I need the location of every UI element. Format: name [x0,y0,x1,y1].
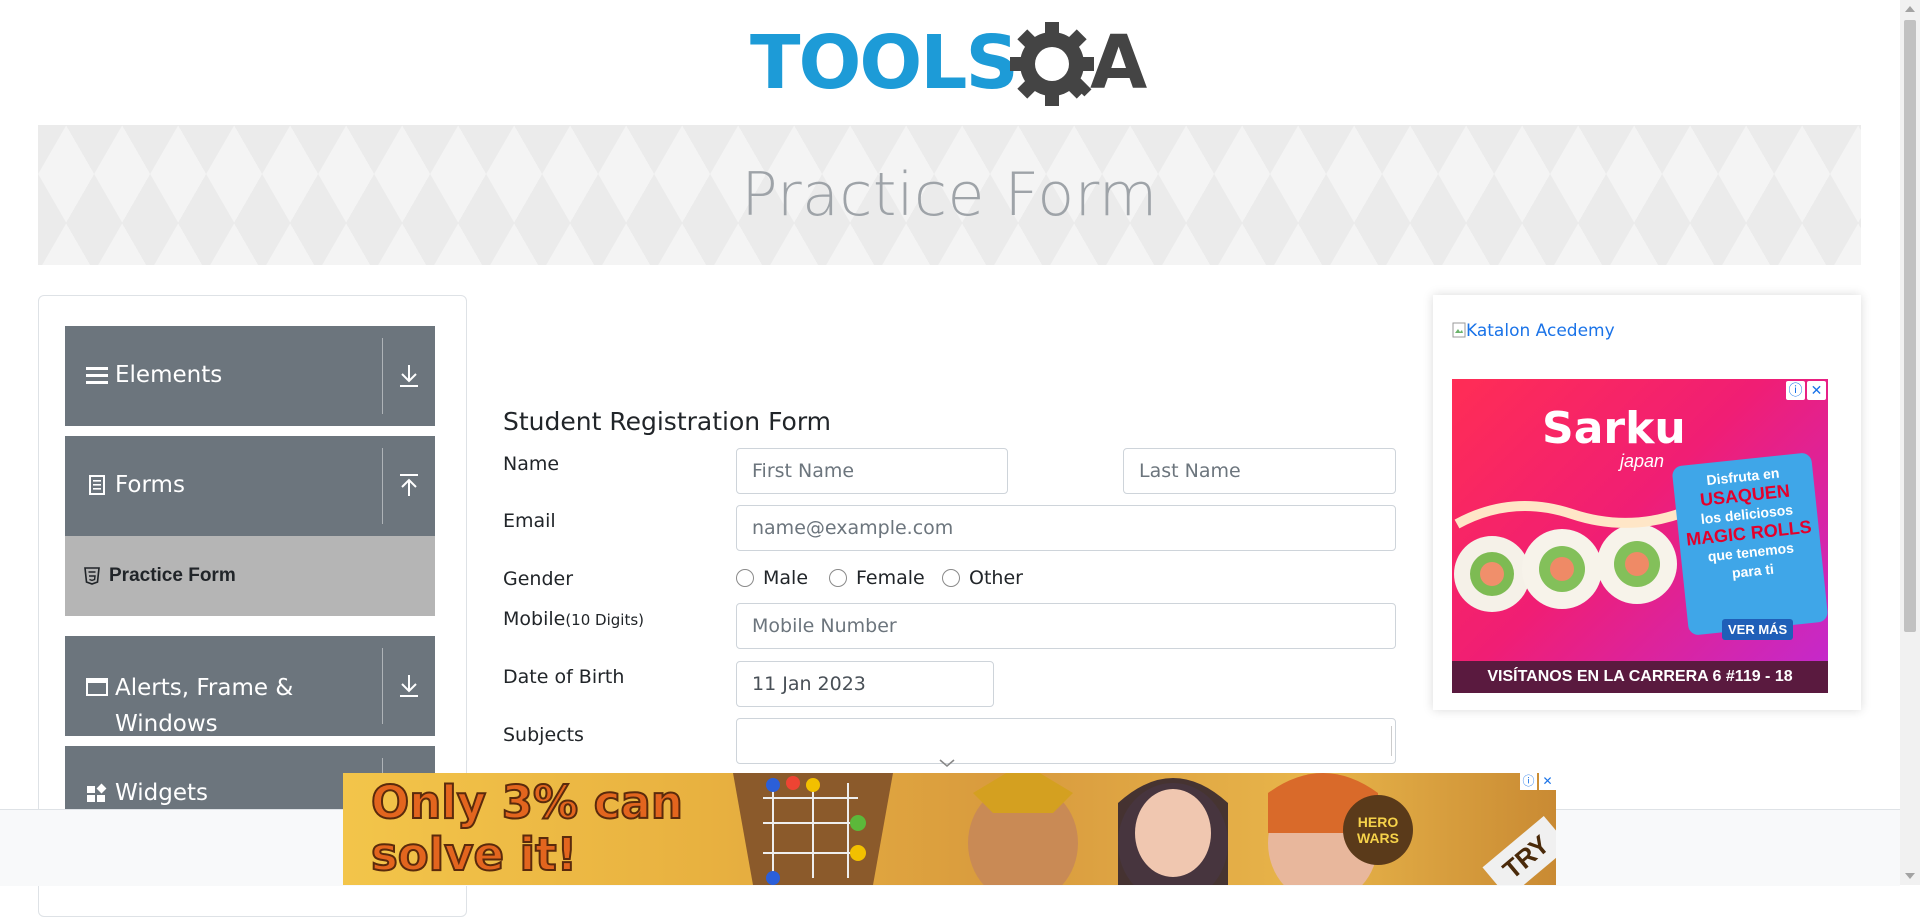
html5-icon [84,567,100,585]
ad-info-icon[interactable]: ⓘ [1786,381,1805,400]
ad-info-icon[interactable]: ⓘ [1520,773,1537,790]
subjects-separator [1391,726,1392,756]
mobile-hint: (10 Digits) [565,611,644,629]
sushi-rolls-image [1454,501,1694,612]
email-input[interactable]: name@example.com [736,505,1396,551]
ver-mas-button[interactable]: VER MÁS [1722,619,1794,640]
ad-controls: ⓘ ✕ [1520,773,1556,790]
promo-bubble: Disfruta en USAQUEN los deliciosos MAGIC… [1671,452,1828,636]
sarku-brand: Sarku [1542,403,1686,454]
divider [382,448,383,524]
sarku-brand-sub: japan [1620,451,1665,471]
document-icon [89,475,105,495]
radio-circle[interactable] [736,569,754,587]
last-name-input[interactable]: Last Name [1123,448,1396,494]
download-arrow-icon[interactable] [393,360,425,392]
ad-headline-line: solve it! [370,828,578,882]
right-ad-panel: Katalon Acedemy ⓘ ✕ Sarku japan Disfruta… [1433,295,1861,710]
sidebar-group-label: Widgets [115,780,208,806]
heroes-image [968,773,1378,885]
close-icon[interactable]: ✕ [1539,773,1556,790]
try-button[interactable]: TRY [1482,815,1556,885]
sidebar-group-forms[interactable]: Forms [65,436,435,536]
hero-wars-logo: HERO WARS [1343,795,1413,865]
hamburger-icon [86,367,108,384]
email-label: Email [503,510,556,532]
mobile-label-text: Mobile [503,608,566,630]
ad-headline-line: Only 3% can [370,776,684,830]
window-icon [86,678,108,696]
dob-label: Date of Birth [503,666,625,688]
ad-headline: Only 3% can solve it! [370,776,684,882]
scroll-down-icon[interactable] [1905,873,1915,879]
divider [382,338,383,414]
sidebar-group-label: Forms [115,472,185,498]
divider [382,648,383,724]
vertical-scrollbar[interactable] [1900,0,1920,885]
page-banner: Practice Form [38,125,1861,265]
puzzle-board-image [733,773,893,885]
sarku-ad-banner[interactable]: ⓘ ✕ Sarku japan Disfruta en USAQUEN los … [1452,379,1828,693]
chevron-down-icon[interactable] [937,757,957,769]
close-icon[interactable]: ✕ [1807,381,1826,400]
sidebar-group-alerts[interactable]: Alerts, Frame & Windows [65,636,435,737]
page-title: Practice Form [741,160,1158,230]
toolsqa-logo[interactable]: TOOLS A [750,18,1155,113]
radio-circle[interactable] [829,569,847,587]
radio-label: Other [969,567,1023,589]
svg-text:TOOLS: TOOLS [750,20,1017,106]
gender-radio-other[interactable]: Other [942,567,1023,589]
first-name-input[interactable]: First Name [736,448,1008,494]
subjects-label: Subjects [503,724,584,746]
gender-label: Gender [503,568,574,590]
radio-label: Male [763,567,809,589]
date-of-birth-input[interactable]: 11 Jan 2023 [736,661,994,707]
radio-label: Female [856,567,925,589]
gender-radio-male[interactable]: Male [736,567,808,589]
upload-arrow-icon[interactable] [393,470,425,502]
broken-image-icon [1452,322,1466,338]
subjects-input[interactable] [736,718,1396,764]
katalon-link-text: Katalon Acedemy [1466,321,1615,341]
svg-text:A: A [1090,20,1147,106]
scrollbar-thumb[interactable] [1904,20,1916,632]
mobile-label: Mobile(10 Digits) [503,608,644,630]
download-arrow-icon[interactable] [393,670,425,702]
sidebar-group-elements[interactable]: Elements [65,326,435,426]
sidebar-group-label: Elements [115,362,223,388]
sarku-address: VISÍTANOS EN LA CARRERA 6 #119 - 18 [1452,661,1828,693]
sidebar-group-label-continued: Windows [115,711,218,737]
ad-controls: ⓘ ✕ [1786,381,1826,400]
mobile-input[interactable]: Mobile Number [736,603,1396,649]
sidebar-item-practice-form[interactable]: Practice Form [65,536,435,616]
form-title: Student Registration Form [503,407,832,436]
name-label: Name [503,453,560,475]
gender-radio-female[interactable]: Female [829,567,925,589]
katalon-link[interactable]: Katalon Acedemy [1452,321,1615,341]
sidebar-group-label: Alerts, Frame & [115,675,294,701]
sidebar-item-label: Practice Form [109,565,236,586]
hero-wars-ad-banner[interactable]: Only 3% can solve it! HERO WARS TRY ⓘ ✕ [343,773,1556,885]
widgets-icon [87,783,107,802]
radio-circle[interactable] [942,569,960,587]
scroll-up-icon[interactable] [1905,6,1915,12]
